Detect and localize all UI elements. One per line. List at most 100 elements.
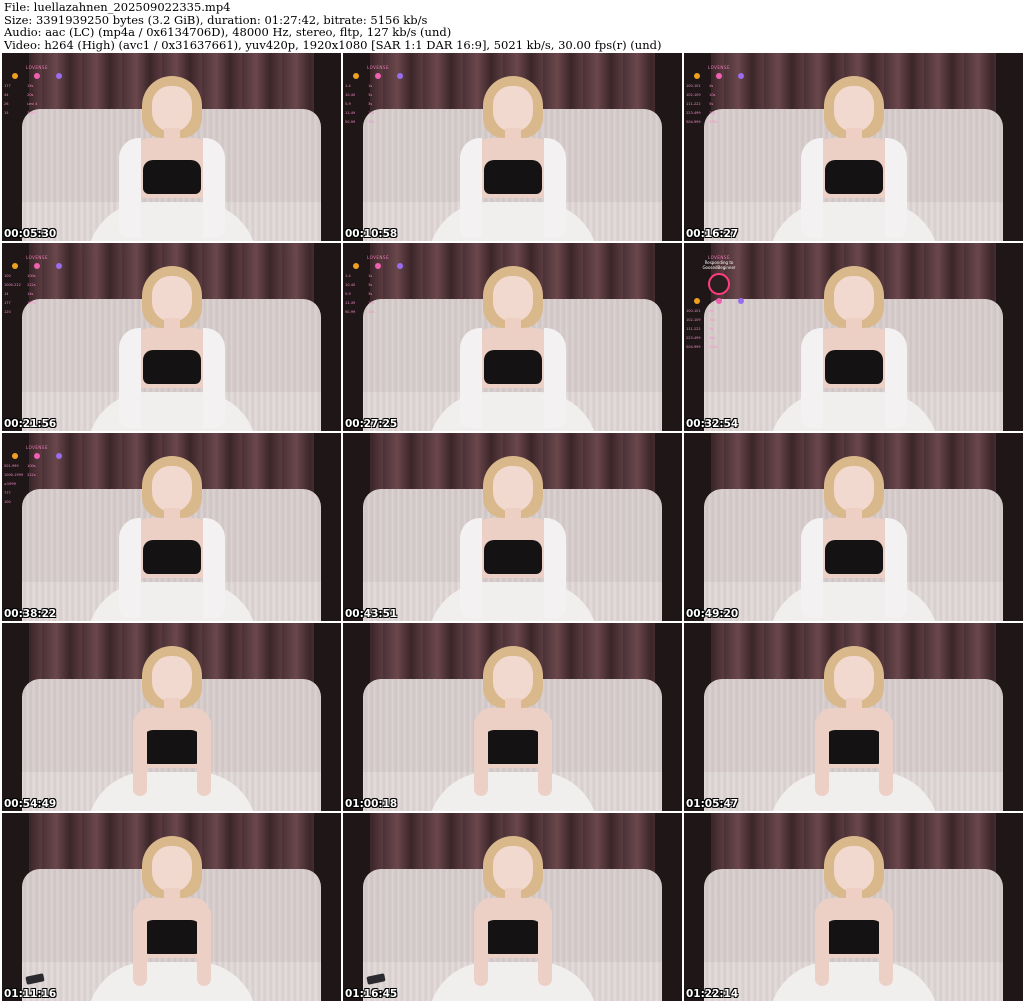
frame-timestamp: 01:00:18 — [345, 798, 398, 810]
person — [768, 455, 939, 621]
face — [833, 655, 874, 702]
frame-timestamp: 00:05:30 — [4, 228, 57, 240]
level-dot-icon — [56, 453, 62, 459]
overlay-cell: 177s — [27, 301, 36, 305]
overlay-brand: LOVENSE — [26, 445, 48, 450]
overlay-row: 100-101 4s — [686, 82, 752, 91]
overlay-row: 102-109 10s — [686, 91, 752, 100]
overlay-cell — [391, 299, 411, 308]
overlay-row: 1-4 1s — [345, 82, 411, 91]
level-dot-icon — [34, 453, 40, 459]
white-cardigan — [800, 327, 907, 428]
level-dot-icon — [12, 453, 18, 459]
level-dot-icon — [56, 263, 62, 269]
overlay-cell: 100 — [4, 500, 11, 504]
overlay-cell: 30s — [709, 336, 716, 340]
overlay-cell: 50-99 — [345, 120, 356, 124]
face — [833, 845, 874, 892]
arm-right — [196, 715, 211, 796]
face — [492, 85, 533, 132]
file-info-header: File: luellazahnen_202509022335.mp4 Size… — [4, 1, 1020, 51]
overlay-cell: 30s — [368, 310, 375, 314]
overlay-cell: 15 — [4, 111, 9, 115]
overlay-cell: 504-999 — [686, 345, 701, 349]
video-thumbnail: 01:11:16 — [2, 813, 341, 1001]
frame-timestamp: 01:22:14 — [686, 988, 739, 1000]
overlay-cell — [50, 471, 70, 480]
overlay-cell — [50, 91, 70, 100]
frame-timestamp: 00:16:27 — [686, 228, 739, 240]
neck — [504, 317, 521, 332]
video-thumbnail: 01:00:18 — [343, 623, 682, 811]
overlay-cell — [732, 91, 752, 100]
overlay-cell — [50, 272, 70, 281]
black-top — [142, 729, 201, 764]
overlay-row: 223-499 30s — [686, 334, 752, 343]
arm-right — [537, 905, 552, 986]
overlay-row: 11-49 10s — [345, 299, 411, 308]
overlay-row: 100 — [4, 498, 70, 507]
overlay-brand: LOVENSE — [708, 65, 730, 70]
level-dot-icon — [694, 73, 700, 79]
overlay-cell: 10s — [368, 301, 375, 305]
overlay-cell: 3s — [368, 102, 373, 106]
overlay-cell — [50, 281, 70, 290]
thumbnail-grid: LOVENSE 177 15s 44 20s 26 Levl 4 15 3-44 00:05:30… — [2, 53, 1023, 1001]
face — [151, 655, 192, 702]
black-top — [824, 919, 883, 954]
overlay-cell — [732, 316, 752, 325]
overlay-cell — [27, 489, 47, 498]
overlay-cell: 1s — [368, 274, 373, 278]
face — [151, 845, 192, 892]
overlay-cell: 100-101 — [686, 309, 701, 313]
overlay-cell — [391, 82, 411, 91]
neck — [845, 317, 862, 332]
black-top — [142, 919, 201, 954]
overlay-level-icons — [345, 73, 411, 79]
white-cardigan — [800, 517, 907, 618]
overlay-cell: 300s — [709, 345, 718, 349]
overlay-cell: 30s — [709, 111, 716, 115]
arm-left — [132, 905, 147, 986]
overlay-cell — [50, 462, 70, 471]
frame-timestamp: 01:05:47 — [686, 798, 739, 810]
overlay-level-icons — [345, 263, 411, 269]
overlay-brand: LOVENSE — [26, 255, 48, 260]
overlay-cell — [391, 100, 411, 109]
white-skirt — [768, 771, 939, 811]
arm-right — [196, 905, 211, 986]
overlay-cell: 14 — [4, 292, 9, 296]
overlay-cell: 5-9 — [345, 102, 351, 106]
overlay-cell — [391, 109, 411, 118]
overlay-cell: 222s — [27, 283, 36, 287]
overlay-cell: 11-49 — [345, 301, 356, 305]
level-dot-icon — [738, 298, 744, 304]
timer-ring-icon — [708, 273, 730, 295]
overlay-cell: 102-109 — [686, 93, 701, 97]
face — [492, 845, 533, 892]
neck — [845, 887, 862, 902]
video-thumbnail: 01:05:47 — [684, 623, 1023, 811]
overlay-cell — [50, 299, 70, 308]
level-dot-icon — [56, 73, 62, 79]
overlay-brand: LOVENSE — [26, 65, 48, 70]
arm-right — [537, 715, 552, 796]
overlay-cell: 14s — [27, 292, 34, 296]
frame-timestamp: 00:43:51 — [345, 608, 398, 620]
face — [151, 465, 192, 512]
level-dot-icon — [12, 263, 18, 269]
overlay-cell: 300s — [709, 120, 718, 124]
overlay-cell: 10s — [709, 318, 716, 322]
white-cardigan — [459, 327, 566, 428]
neck — [504, 697, 521, 712]
video-thumbnail: LOVENSE 1-4 1s 10-40 3s 5-9 3s 11-49 10s 50-99 30s… — [343, 243, 682, 431]
lovense-overlay: LOVENSE 1-4 1s 10-40 3s 5-9 3s 11-49 10s 50-99 30s — [345, 255, 411, 317]
overlay-level-icons — [4, 263, 70, 269]
overlay-cell — [50, 82, 70, 91]
overlay-cell: 10s — [709, 93, 716, 97]
white-cardigan — [459, 137, 566, 238]
overlay-cell: 100-101 — [686, 84, 701, 88]
overlay-cell — [50, 308, 70, 317]
overlay-cell — [27, 480, 47, 489]
lovense-overlay: LOVENSE 1-4 1s 10-40 3s 5-9 3s 11-49 10s 50-99 30s — [345, 65, 411, 127]
